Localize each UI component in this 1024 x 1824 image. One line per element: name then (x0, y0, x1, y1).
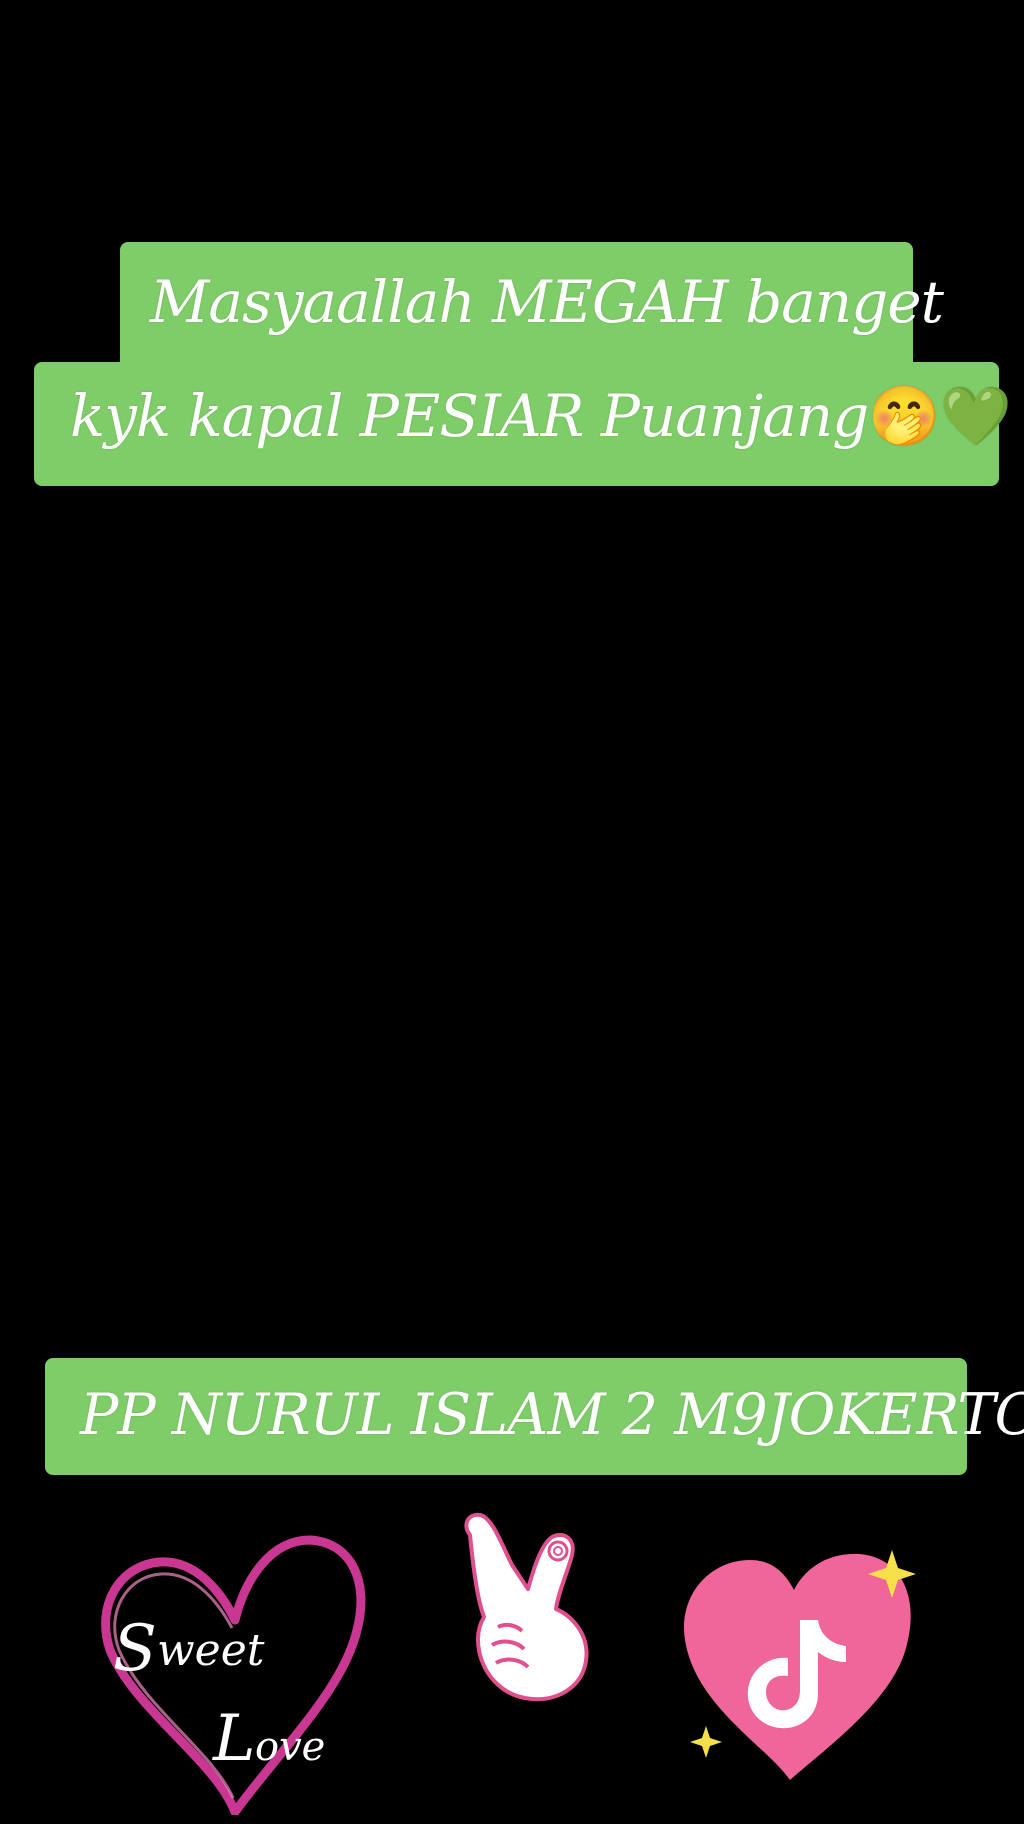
tiktok-heart-icon (684, 1550, 916, 1780)
sweet-love-sticker: S weet L ove (101, 1535, 366, 1815)
caption-bottom: PP NURUL ISLAM 2 M9JOKERTO (80, 1382, 1024, 1448)
finger-heart-icon (464, 1512, 589, 1702)
caption-emoji: 🤭💚 (868, 382, 1011, 450)
caption-top-line-1: Masyaallah MEGAH banget (150, 268, 944, 336)
svg-text:weet: weet (157, 1625, 265, 1676)
svg-text:ove: ove (255, 1724, 325, 1770)
svg-text:L: L (212, 1702, 256, 1776)
caption-top-line-2-text: kyk kapal PESIAR Puanjang (70, 382, 869, 450)
caption-top-line-2: kyk kapal PESIAR Puanjang🤭💚 (70, 382, 1012, 451)
svg-text:S: S (113, 1612, 157, 1686)
